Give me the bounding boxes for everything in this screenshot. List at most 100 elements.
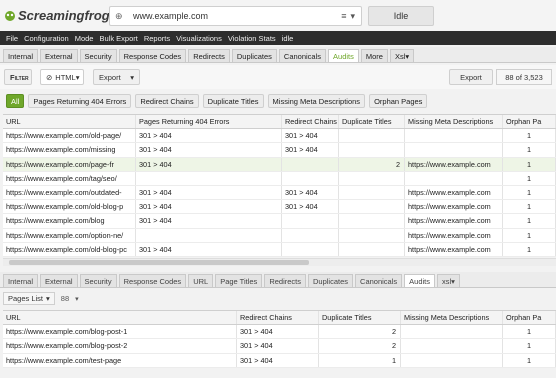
menu-reports[interactable]: Reports xyxy=(144,34,170,43)
detail-tab-redirects[interactable]: Redirects xyxy=(264,274,306,287)
table-row[interactable]: https://www.example.com/tag/seo/1 xyxy=(3,171,556,186)
table-cell: https://www.example.com/tag/seo/ xyxy=(3,171,136,185)
detail-tab-xsl[interactable]: xsl ▾ xyxy=(437,274,460,287)
tab-external[interactable]: External xyxy=(40,49,78,62)
column-header[interactable]: Redirect Chains xyxy=(237,311,319,325)
table-row[interactable]: https://www.example.com/blog-post-1 301 >… xyxy=(3,325,556,340)
detail-tab-response-codes[interactable]: Response Codes xyxy=(118,274,187,287)
table-cell xyxy=(339,242,405,256)
export-dropdown[interactable]: Export ▾ xyxy=(93,69,140,85)
table-row[interactable]: https://www.example.com/blog-post-2 301 >… xyxy=(3,339,556,354)
table-row[interactable]: https://www.example.com/test-page 301 > 4… xyxy=(3,353,556,368)
column-header[interactable]: URL xyxy=(3,115,136,129)
table-cell: 1 xyxy=(503,185,556,200)
column-header[interactable]: Orphan Pa xyxy=(503,311,556,325)
tab-audits[interactable]: Audits xyxy=(328,49,359,62)
column-header[interactable]: URL xyxy=(3,311,237,325)
table-cell xyxy=(282,171,339,185)
table-cell xyxy=(136,171,282,185)
table-cell xyxy=(339,228,405,242)
table-cell: https://www.example.com/old-page/ xyxy=(3,129,136,143)
detail-tab-bar: Internal External Security Response Code… xyxy=(0,272,556,288)
table-cell: https://www.example.com/blog xyxy=(3,214,136,228)
top-bar: Screamingfrog ⊕ www.example.com ≡ ▾ Idle xyxy=(0,0,556,31)
tab-duplicates[interactable]: Duplicates xyxy=(231,49,277,62)
detail-tab-external[interactable]: External xyxy=(40,274,78,287)
detail-tab-security[interactable]: Security xyxy=(79,274,117,287)
url-input[interactable]: ⊕ www.example.com ≡ ▾ xyxy=(109,6,362,26)
chip-duplicate-titles[interactable]: Duplicate Titles xyxy=(202,94,264,108)
chevron-down-icon: ▾ xyxy=(75,72,80,82)
detail-tab-audits[interactable]: Audits xyxy=(404,274,435,287)
chip-all[interactable]: All xyxy=(6,94,25,108)
detail-tab-duplicates[interactable]: Duplicates xyxy=(308,274,354,287)
table-cell: https://www.example.com/outdated- xyxy=(3,185,136,200)
pages-list-count: 88 xyxy=(60,294,70,303)
main-results-table: URL Pages Returning 404 Errors Redirect Ch… xyxy=(3,114,556,257)
crawl-status-button[interactable]: Idle xyxy=(368,6,434,26)
chip-404-errors[interactable]: Pages Returning 404 Errors xyxy=(28,94,132,108)
pages-list-dropdown[interactable]: Pages List ▾ xyxy=(3,292,55,305)
table-row[interactable]: https://www.example.com/old-blog-pc 301 >… xyxy=(3,242,556,257)
menu-violation-stats[interactable]: Violation Stats xyxy=(228,34,276,43)
export-button[interactable]: Export xyxy=(449,69,493,85)
tab-response-codes[interactable]: Response Codes xyxy=(118,49,187,62)
scrollbar-thumb[interactable] xyxy=(9,260,309,265)
export-dropdown-label: Export xyxy=(99,72,121,82)
html-filter-select[interactable]: ⊘ HTML ▾ xyxy=(40,69,84,85)
table-row[interactable]: https://www.example.com/missing 301 > 404… xyxy=(3,143,556,158)
table-row[interactable]: https://www.example.com/old-page/301 > 4… xyxy=(3,129,556,144)
detail-tab-page-titles[interactable]: Page Titles xyxy=(215,274,263,287)
url-text[interactable]: www.example.com xyxy=(133,11,341,21)
table-cell: https://www.example.com xyxy=(405,200,503,214)
filter-button[interactable]: Filter xyxy=(4,69,32,85)
table-cell xyxy=(282,214,339,228)
chevron-down-icon: ▾ xyxy=(350,10,355,21)
table-cell: 301 > 404 xyxy=(136,200,282,214)
menu-configuration[interactable]: Configuration xyxy=(24,34,69,43)
table-row[interactable]: https://www.example.com/outdated- 301 > 4… xyxy=(3,185,556,201)
table-row[interactable]: https://www.example.com/option-ne/https:… xyxy=(3,228,556,243)
table-cell: 1 xyxy=(503,129,556,143)
table-cell: 1 xyxy=(503,143,556,157)
table-row[interactable]: https://www.example.com/page-fr 301 > 404… xyxy=(3,157,556,172)
table-cell: 2 xyxy=(339,157,405,171)
column-header[interactable]: Orphan Pa xyxy=(503,115,556,129)
detail-filter-bar: Pages List ▾ 88 ▾ xyxy=(3,291,79,306)
detail-tab-url[interactable]: URL xyxy=(188,274,214,287)
menu-file[interactable]: File xyxy=(6,34,18,43)
chevron-down-icon: ▾ xyxy=(405,51,410,61)
table-cell: 1 xyxy=(319,353,401,367)
menu-visualizations[interactable]: Visualizations xyxy=(176,34,222,43)
table-cell xyxy=(282,242,339,256)
tab-redirects[interactable]: Redirects xyxy=(188,49,230,62)
tab-xsl[interactable]: Xsl ▾ xyxy=(389,49,415,62)
column-header[interactable]: Duplicate Titles xyxy=(339,115,405,129)
table-cell: https://www.example.com xyxy=(405,157,503,171)
chip-orphan-pages[interactable]: Orphan Pages xyxy=(369,94,428,108)
detail-tab-internal[interactable]: Internal xyxy=(3,274,39,287)
tab-security[interactable]: Security xyxy=(79,49,117,62)
table-cell: https://www.example.com/blog-post-2 xyxy=(3,339,237,353)
table-cell xyxy=(405,143,503,157)
chip-missing-meta[interactable]: Missing Meta Descriptions xyxy=(267,94,366,108)
menu-mode[interactable]: Mode xyxy=(75,34,94,43)
table-cell: https://www.example.com/missing xyxy=(3,143,136,157)
column-header[interactable]: Redirect Chains xyxy=(282,115,339,129)
column-header[interactable]: Pages Returning 404 Errors xyxy=(136,115,282,129)
detail-results-table: URL Redirect Chains Duplicate Titles Missin… xyxy=(3,310,556,368)
detail-tab-canonicals[interactable]: Canonicals xyxy=(355,274,403,287)
column-header[interactable]: Missing Meta Descriptions xyxy=(401,311,503,325)
url-dropdown[interactable]: ≡ ▾ xyxy=(341,11,355,22)
table-row[interactable]: https://www.example.com/blog 301 > 404 htt… xyxy=(3,214,556,229)
chip-redirect-chains[interactable]: Redirect Chains xyxy=(135,94,199,108)
menu-bulk-export[interactable]: Bulk Export xyxy=(99,34,137,43)
table-row[interactable]: https://www.example.com/old-blog-p 301 > … xyxy=(3,200,556,215)
tab-canonicals[interactable]: Canonicals xyxy=(278,49,327,62)
tab-more[interactable]: More xyxy=(360,49,388,62)
horizontal-scrollbar[interactable] xyxy=(3,258,556,266)
table-cell: https://www.example.com/old-blog-pc xyxy=(3,242,136,256)
column-header[interactable]: Missing Meta Descriptions xyxy=(405,115,503,129)
column-header[interactable]: Duplicate Titles xyxy=(319,311,401,325)
tab-internal[interactable]: Internal xyxy=(3,49,39,62)
